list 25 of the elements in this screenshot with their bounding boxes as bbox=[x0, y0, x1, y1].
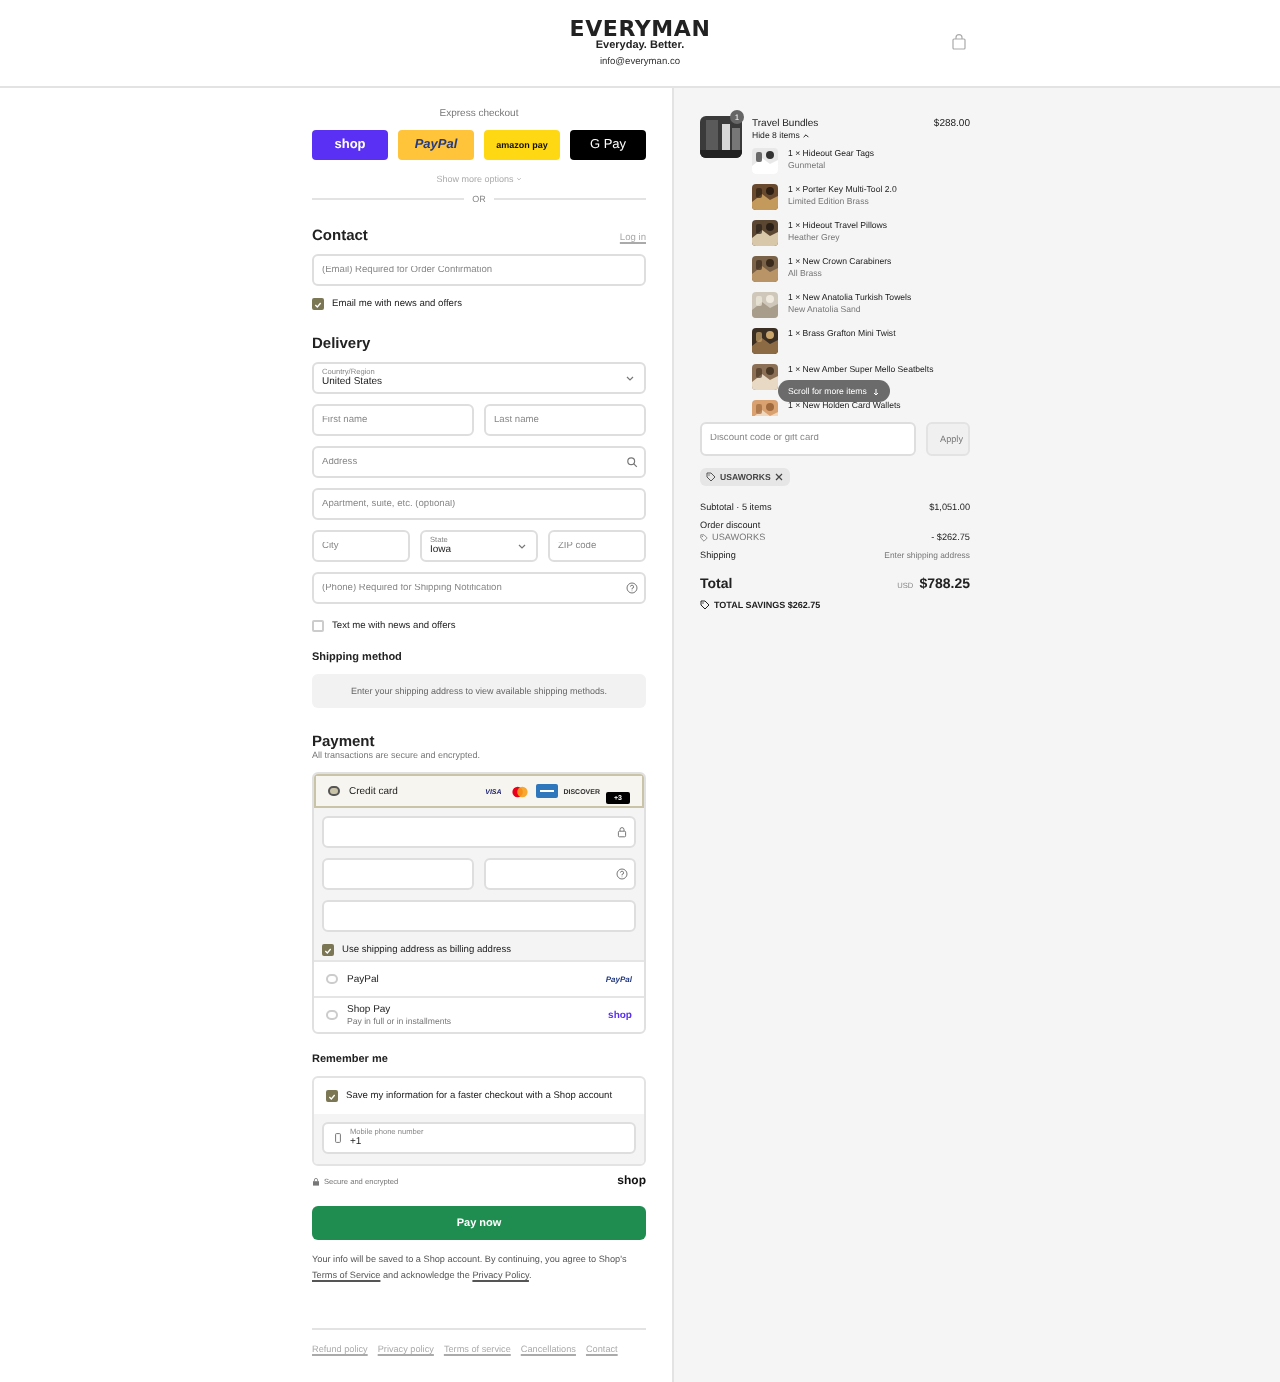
shopping-bag-icon[interactable] bbox=[952, 34, 966, 50]
card-number-field[interactable] bbox=[322, 816, 636, 848]
checkbox[interactable] bbox=[312, 620, 324, 632]
expiry-field[interactable] bbox=[322, 858, 474, 890]
chevron-down-icon bbox=[516, 540, 528, 552]
lock-icon bbox=[312, 1178, 320, 1186]
phone-icon bbox=[332, 1132, 344, 1144]
search-icon bbox=[626, 456, 638, 468]
help-icon bbox=[616, 868, 628, 880]
help-icon bbox=[626, 582, 638, 594]
mastercard-icon bbox=[509, 785, 530, 797]
amex-icon bbox=[535, 784, 558, 798]
remove-icon[interactable] bbox=[774, 472, 785, 482]
checkbox[interactable] bbox=[326, 1090, 338, 1102]
name-on-card-field[interactable] bbox=[322, 900, 636, 932]
checkbox[interactable] bbox=[312, 298, 324, 310]
tag-icon bbox=[700, 533, 708, 541]
brand-logo[interactable]: EVERYMAN bbox=[569, 18, 711, 40]
security-code-field[interactable] bbox=[484, 858, 636, 890]
caret-up-icon bbox=[801, 131, 810, 139]
chevron-down-icon bbox=[624, 372, 636, 384]
tag-icon bbox=[706, 472, 716, 482]
tag-icon bbox=[700, 600, 710, 610]
lock-icon bbox=[616, 826, 628, 838]
checkbox[interactable] bbox=[322, 944, 334, 956]
